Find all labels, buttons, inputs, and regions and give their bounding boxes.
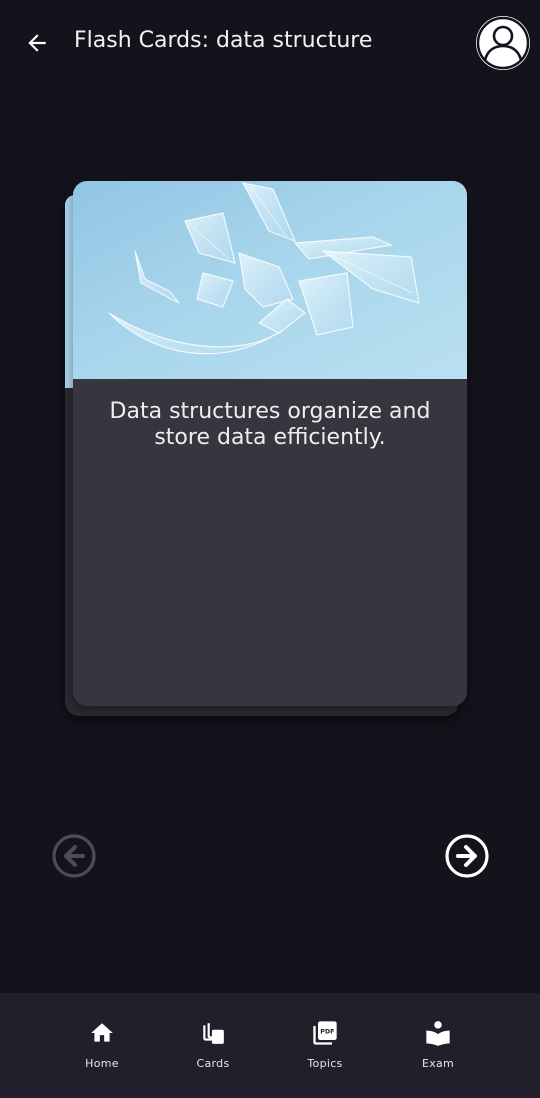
nav-item-cards[interactable]: Cards [173,1019,253,1075]
back-button[interactable] [20,26,54,60]
card-content-text: Data structures organize and store data … [109,399,431,450]
nav-item-home[interactable]: Home [62,1019,142,1075]
user-icon [476,16,530,70]
home-icon [88,1019,116,1047]
profile-avatar-button[interactable] [476,16,530,70]
nav-label-home: Home [85,1057,119,1070]
card-illustration [73,181,467,379]
pdf-icon: PDF [311,1019,339,1047]
nav-item-exam[interactable]: Exam [398,1019,478,1075]
flash-card[interactable]: Data structures organize and store data … [73,181,467,706]
arrow-left-circle-icon [52,834,96,878]
arrow-left-icon [28,34,46,52]
next-card-button[interactable] [444,833,490,879]
bottom-navigation-bar: Home Cards PDF Topics Exam [0,993,540,1098]
nav-label-topics: Topics [307,1057,343,1070]
arrow-right-circle-icon [445,834,489,878]
svg-text:PDF: PDF [320,1029,334,1036]
cards-icon [199,1019,227,1047]
flash-card-screen: Flash Cards: data structure Data structu… [0,0,540,1098]
previous-card-button[interactable] [51,833,97,879]
exam-icon [424,1019,452,1047]
nav-label-cards: Cards [196,1057,230,1070]
nav-item-topics[interactable]: PDF Topics [285,1019,365,1075]
nav-label-exam: Exam [421,1057,455,1070]
top-app-bar: Flash Cards: data structure [0,0,540,84]
page-title: Flash Cards: data structure [74,28,373,53]
